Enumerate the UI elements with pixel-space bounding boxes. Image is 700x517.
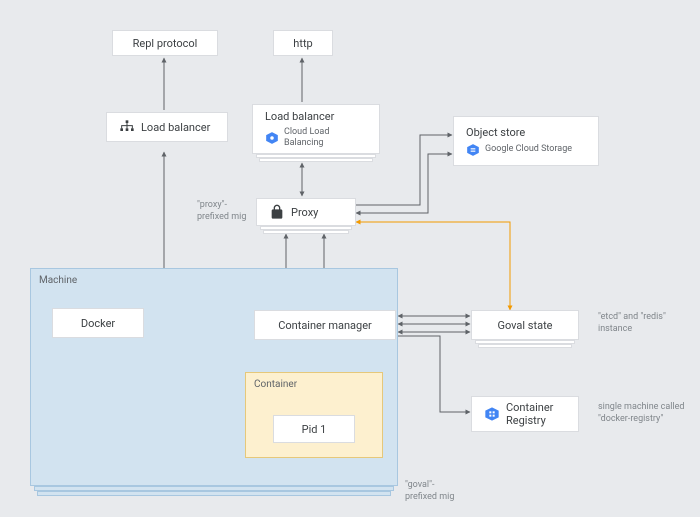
goval-state-node: Goval state [471,310,579,340]
docker-label: Docker [81,317,115,330]
load-balancer-icon [119,119,135,135]
repl-protocol-node: Repl protocol [112,30,218,56]
proxy-label: Proxy [291,206,318,219]
http-label: http [293,37,312,50]
container-manager-label: Container manager [278,319,372,332]
load-balancer-left-label: Load balancer [141,121,210,134]
http-node: http [273,30,333,56]
etcd-redis-annotation: "etcd" and "redis" instance [598,312,668,335]
container-registry-node: Container Registry [471,396,579,432]
repl-protocol-label: Repl protocol [133,37,198,50]
cloud-load-balancing-icon [265,131,279,145]
cloud-storage-icon [466,143,480,157]
container-registry-label: Container Registry [506,401,566,427]
load-balancer-right-title: Load balancer [265,110,334,123]
load-balancer-right-node: Load balancer Cloud Load Balancing [252,104,380,154]
container-registry-icon [484,406,500,422]
docker-registry-annotation: single machine called "docker-registry" [598,402,688,425]
proxy-mig-annotation: "proxy"-prefixed mig [197,200,247,223]
lock-icon [269,204,285,220]
docker-node: Docker [52,308,144,338]
object-store-title: Object store [466,126,525,139]
container-label: Container [254,379,297,390]
goval-mig-annotation: "goval"-prefixed mig [405,480,465,503]
object-store-node: Object store Google Cloud Storage [453,116,599,166]
pid1-label: Pid 1 [302,423,327,436]
machine-label: Machine [39,275,77,286]
load-balancer-left-node: Load balancer [106,112,228,142]
object-store-sub: Google Cloud Storage [485,144,572,155]
pid1-node: Pid 1 [273,415,355,443]
container-manager-node: Container manager [254,310,396,340]
goval-state-label: Goval state [497,319,552,332]
proxy-node: Proxy [256,198,356,226]
load-balancer-right-sub: Cloud Load Balancing [284,127,367,149]
